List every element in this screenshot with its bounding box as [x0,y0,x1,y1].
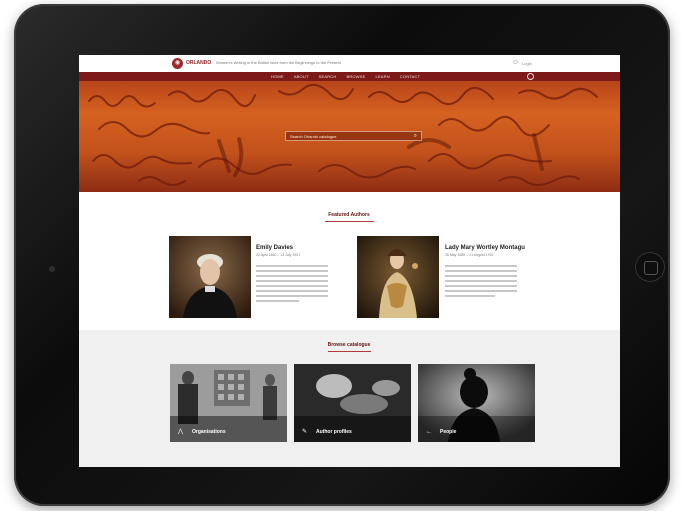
nav-item-browse[interactable]: BROWSE [346,72,365,81]
author-dates: 22 April 1830 – 13 July 1921 [256,253,301,257]
author-name[interactable]: Lady Mary Wortley Montagu [445,245,525,251]
tile-label: People [440,429,457,435]
tile-label: Organisations [192,429,226,435]
hero-banner: Search Orlando catalogue ⌕ [79,81,620,192]
camera-icon [49,266,55,272]
login-link[interactable]: Login [522,61,532,66]
site-header: ◉ ORLANDO Women's Writing in the British… [79,55,620,72]
nav-item-about[interactable]: ABOUT [294,72,309,81]
tile-label: Author profiles [316,429,352,435]
brand-name[interactable]: ORLANDO [186,60,211,66]
nav-item-contact[interactable]: CONTACT [400,72,420,81]
author-name[interactable]: Emily Davies [256,245,293,251]
home-button[interactable] [635,252,665,282]
featured-title-underline [325,221,374,222]
hero-search-input[interactable]: Search Orlando catalogue ⌕ [285,131,422,141]
author-summary [256,265,328,305]
site-tagline: Women's Writing in the British Isles fro… [216,60,342,65]
user-icon[interactable]: ☺ [512,59,519,67]
search-icon[interactable] [527,73,534,80]
orlando-logo[interactable]: ◉ [172,58,183,69]
nav-item-home[interactable]: HOME [271,72,284,81]
nav-item-learn[interactable]: LEARN [375,72,389,81]
web-page: ◉ ORLANDO Women's Writing in the British… [79,55,620,467]
organisation-icon: ⋀ [178,429,183,435]
browse-title-underline [328,351,371,352]
author-portrait-lady-mary-wortley-montagu[interactable] [357,236,439,318]
search-icon[interactable]: ⌕ [414,133,417,140]
search-placeholder: Search Orlando catalogue [290,134,337,139]
author-summary [445,265,517,300]
tablet-frame: ◉ ORLANDO Women's Writing in the British… [14,4,670,506]
featured-title: Featured Authors [328,212,370,218]
browse-tile-organisations[interactable]: ⋀ Organisations [170,364,287,442]
main-nav: HOME ABOUT SEARCH BROWSE LEARN CONTACT [79,72,620,81]
pen-icon: ✎ [302,429,308,435]
author-dates: 26 May 1689 – 21 August 1762 [445,253,494,257]
browse-title: Browse catalogue [327,342,371,348]
author-portrait-emily-davies[interactable] [169,236,251,318]
arrow-icon: ← [426,429,432,435]
browse-tile-author-profiles[interactable]: ✎ Author profiles [294,364,411,442]
browse-tile-people[interactable]: ← People [418,364,535,442]
nav-item-search[interactable]: SEARCH [319,72,337,81]
